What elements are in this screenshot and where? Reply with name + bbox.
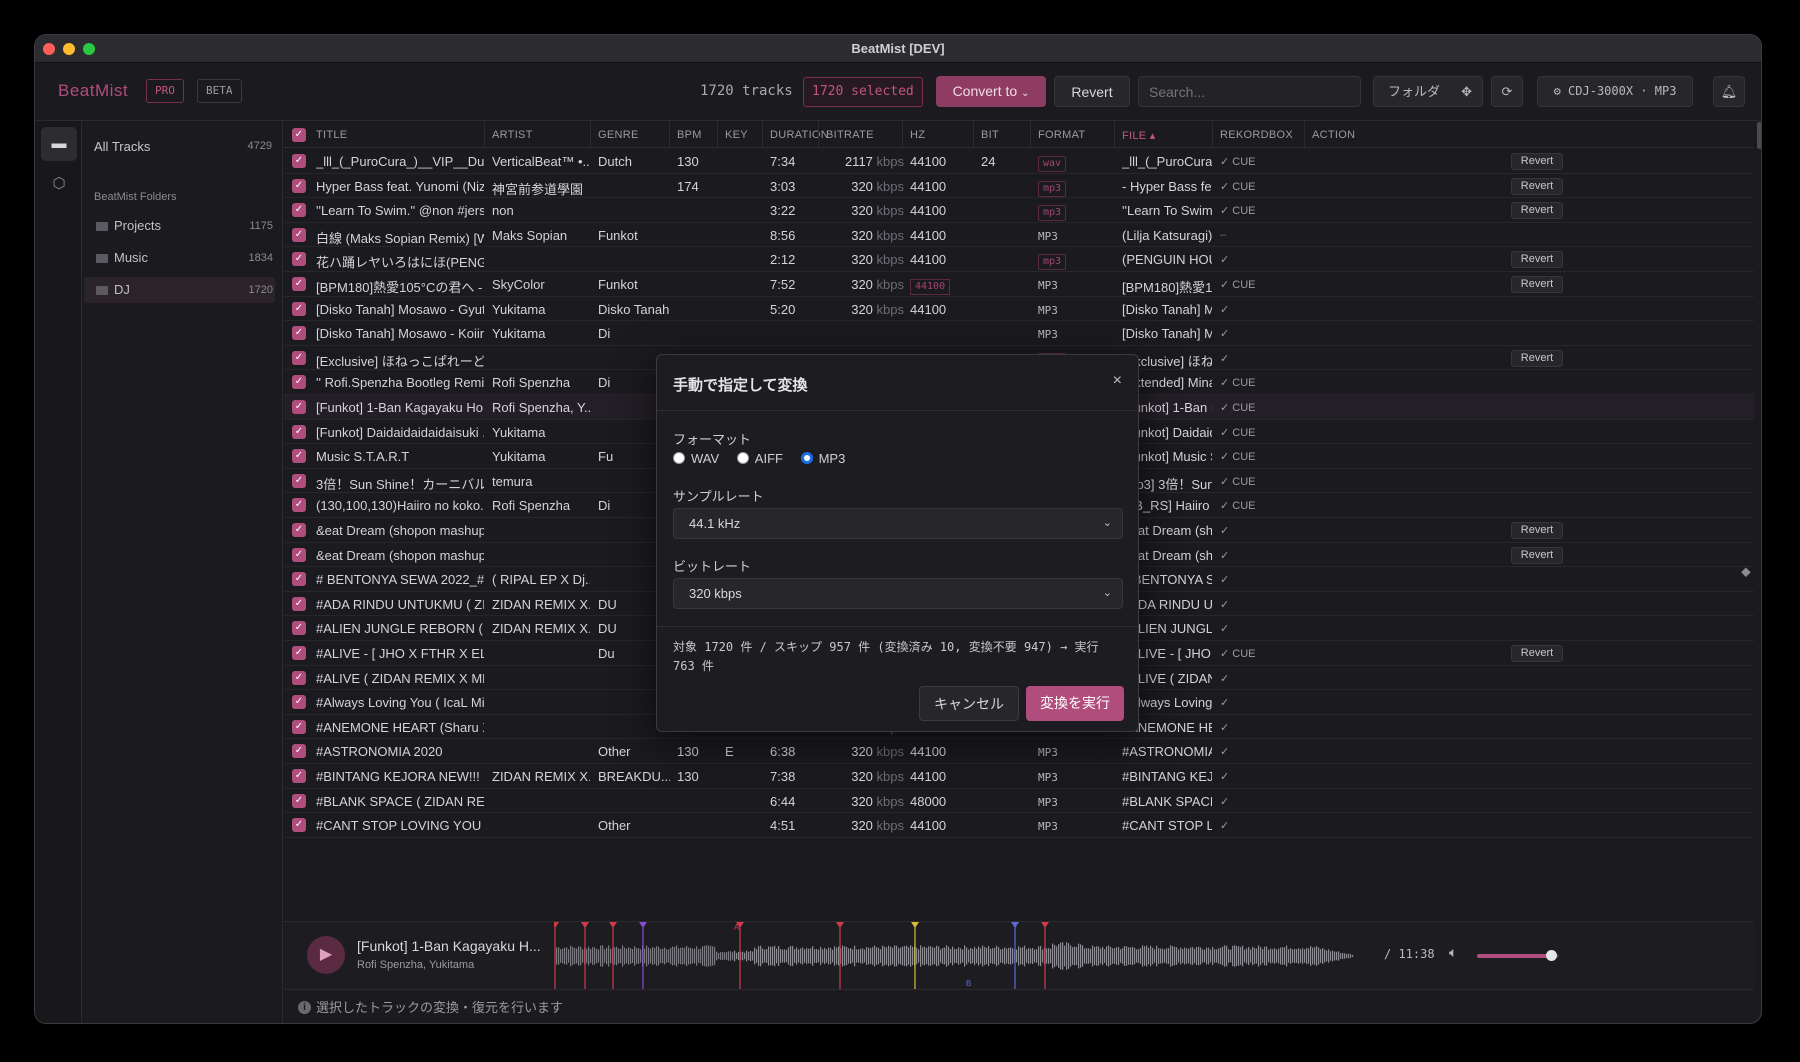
radio-mp3-label: MP3 bbox=[818, 451, 846, 466]
radio-aiff[interactable]: AIFF bbox=[736, 451, 783, 466]
radio-wav[interactable]: WAV bbox=[673, 451, 719, 466]
chevron-down-icon: ⌄ bbox=[1102, 587, 1112, 599]
chevron-down-icon: ⌄ bbox=[1102, 517, 1112, 529]
radio-aiff-label: AIFF bbox=[754, 451, 783, 466]
dialog-divider bbox=[657, 626, 1138, 627]
bitrate-select[interactable]: 320 kbps ⌄ bbox=[673, 578, 1123, 609]
dialog-title: 手動で指定して変換 bbox=[673, 377, 808, 394]
radio-aiff-dot bbox=[736, 452, 749, 464]
format-radio-group: WAV AIFF MP3 bbox=[673, 451, 845, 466]
samplerate-label: サンプルレート bbox=[673, 489, 764, 504]
conversion-summary: 対象 1720 件 / スキップ 957 件 (変換済み 10, 変換不要 94… bbox=[673, 640, 1099, 673]
format-label: フォーマット bbox=[673, 432, 752, 447]
dialog-header: 手動で指定して変換 × bbox=[657, 355, 1138, 411]
cancel-button[interactable]: キャンセル bbox=[919, 686, 1019, 721]
samplerate-value: 44.1 kHz bbox=[689, 516, 741, 531]
radio-mp3-dot bbox=[800, 452, 813, 464]
bitrate-label: ビットレート bbox=[673, 559, 752, 574]
radio-wav-dot bbox=[673, 452, 685, 464]
samplerate-select[interactable]: 44.1 kHz ⌄ bbox=[673, 508, 1123, 539]
bitrate-value: 320 kbps bbox=[689, 586, 742, 601]
execute-convert-button[interactable]: 変換を実行 bbox=[1026, 686, 1124, 721]
radio-mp3[interactable]: MP3 bbox=[800, 451, 846, 466]
convert-dialog: 手動で指定して変換 × フォーマット WAV AIFF MP3 サンプルレート … bbox=[656, 354, 1139, 732]
modal-overlay: 手動で指定して変換 × フォーマット WAV AIFF MP3 サンプルレート … bbox=[0, 0, 1800, 1062]
radio-wav-label: WAV bbox=[691, 451, 720, 466]
close-icon[interactable]: × bbox=[1113, 372, 1122, 390]
